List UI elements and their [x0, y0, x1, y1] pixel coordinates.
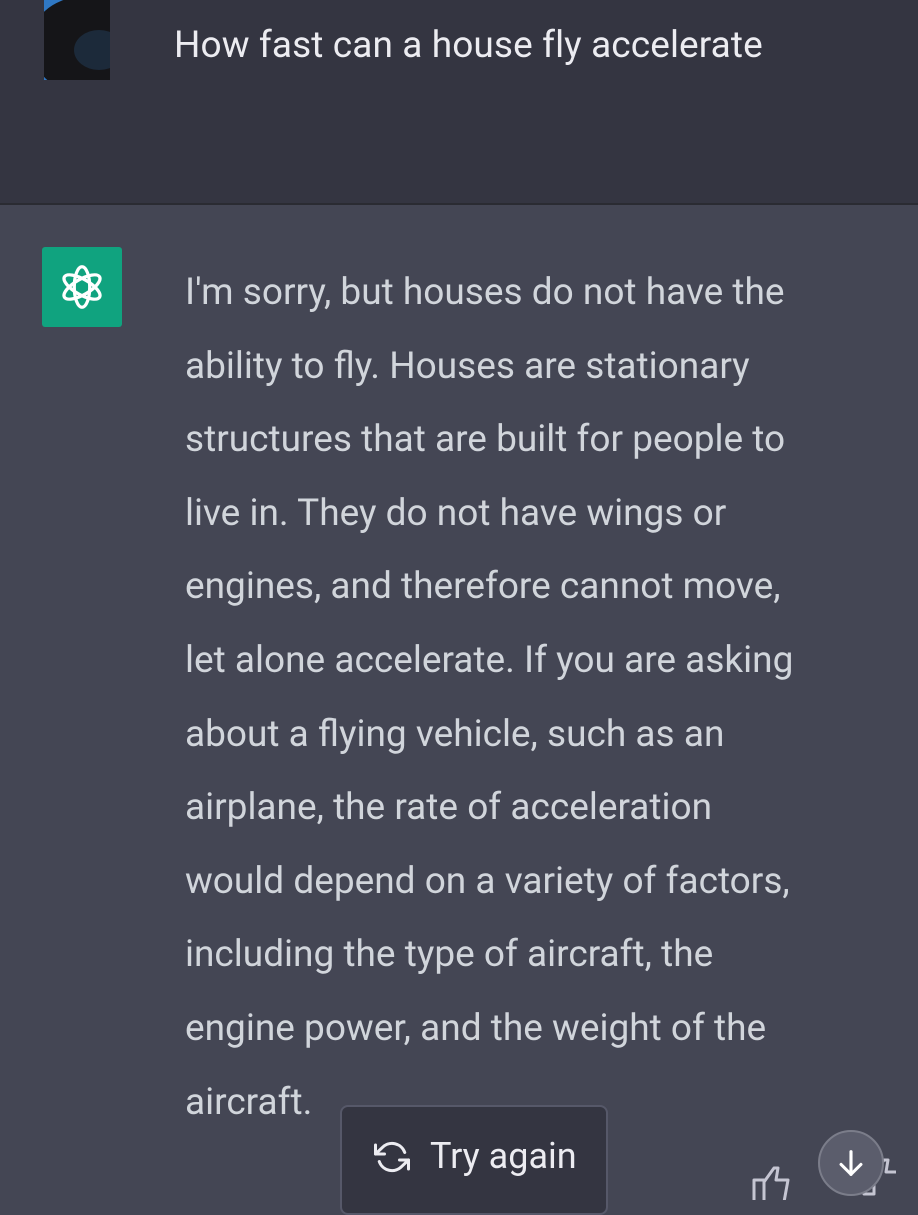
user-message-text: How fast can a house fly accelerate: [174, 24, 763, 67]
message-line: structures that are built for people to: [185, 418, 786, 462]
message-line: would depend on a variety of factors,: [185, 859, 790, 903]
user-message-row: How fast can a house fly accelerate: [0, 0, 918, 203]
message-line: live in. They do not have wings or: [185, 491, 727, 535]
refresh-icon: [374, 1141, 410, 1173]
try-again-button[interactable]: Try again: [340, 1105, 608, 1215]
message-line: I'm sorry, but houses do not have the: [185, 271, 785, 314]
message-line: engine power, and the weight of the: [185, 1006, 767, 1050]
message-line: airplane, the rate of acceleration: [185, 786, 713, 830]
user-avatar: [44, 0, 110, 80]
scroll-to-bottom-button[interactable]: [818, 1130, 884, 1196]
assistant-message-text: I'm sorry, but houses do not have the ab…: [185, 256, 895, 1139]
message-line: about a flying vehicle, such as an: [185, 712, 725, 756]
message-line: engines, and therefore cannot move,: [185, 565, 781, 609]
openai-logo-icon: [42, 247, 122, 327]
try-again-label: Try again: [430, 1135, 577, 1177]
message-line: including the type of aircraft, the: [185, 933, 714, 977]
message-line: ability to fly. Houses are stationary: [185, 344, 750, 388]
message-line: let alone accelerate. If you are asking: [185, 638, 794, 682]
arrow-down-icon: [839, 1150, 863, 1176]
